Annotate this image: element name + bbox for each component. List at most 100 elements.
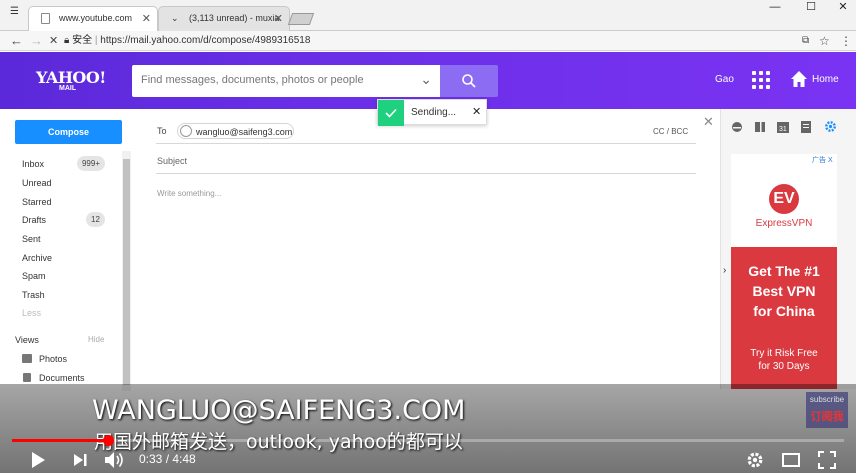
new-tab-button[interactable]	[287, 13, 315, 25]
ad-choice-badge[interactable]: 广告 X	[812, 155, 833, 165]
ad-banner[interactable]: Get The #1 Best VPN for China Try it Ris…	[731, 247, 837, 389]
compose-button[interactable]: Compose	[15, 120, 122, 144]
video-settings-gear-icon[interactable]	[746, 451, 764, 469]
view-photos[interactable]: Photos	[39, 354, 67, 364]
address-bar: ← → ✕ 🔒︎ 安全 | https://mail.yahoo.com/d/c…	[0, 31, 856, 51]
tab-title: (3,113 unread) - muxia	[189, 13, 280, 23]
document-icon	[23, 373, 31, 382]
expressvpn-logo: EV	[769, 184, 799, 214]
recipient-chip[interactable]: wangluo@saifeng3.com	[177, 123, 294, 139]
minimize-button[interactable]: —	[758, 0, 792, 20]
video-progress-fill	[12, 439, 108, 442]
url-text: https://mail.yahoo.com/d/compose/4989316…	[100, 35, 311, 46]
apps-grid-icon[interactable]	[752, 71, 770, 89]
to-label: To	[157, 126, 167, 136]
fullscreen-icon[interactable]	[818, 451, 836, 469]
yahoo-logo-sub: MAIL	[59, 85, 77, 92]
close-compose-icon[interactable]: ✕	[703, 114, 714, 130]
svg-text:31: 31	[779, 126, 787, 133]
ad-cta[interactable]: Try it Risk Free for 30 Days	[731, 347, 837, 373]
theater-mode-icon[interactable]	[782, 453, 800, 467]
expressvpn-ad[interactable]: 广告 X EV ExpressVPN Get The #1 Best VPN f…	[731, 154, 837, 389]
home-link[interactable]: Home	[812, 74, 839, 85]
contacts-icon[interactable]	[731, 120, 743, 132]
browser-tab-strip: ☰ www.youtube.com ✕ ⌄ (3,113 unread) - m…	[0, 0, 856, 31]
page-icon	[41, 13, 50, 24]
scrollbar-thumb[interactable]	[123, 159, 130, 385]
avatar-icon	[180, 125, 192, 137]
search-placeholder: Find messages, documents, photos or peop…	[141, 74, 364, 86]
search-input[interactable]: Find messages, documents, photos or peop…	[132, 65, 440, 97]
folder-unread[interactable]: Unread	[22, 178, 52, 188]
divider	[156, 143, 696, 144]
notes-icon[interactable]	[800, 120, 812, 133]
view-documents[interactable]: Documents	[39, 373, 85, 383]
views-heading: Views	[15, 335, 39, 345]
user-name[interactable]: Gao	[715, 74, 734, 85]
ad-headline-line: Get The #1	[748, 263, 820, 279]
lock-icon: 🔒︎	[64, 35, 70, 46]
photo-icon	[22, 354, 32, 363]
secure-label: 安全	[72, 35, 93, 46]
url-field[interactable]: 🔒︎ 安全 | https://mail.yahoo.com/d/compose…	[64, 33, 794, 49]
ad-cta-line: for 30 Days	[758, 361, 810, 372]
message-body-field[interactable]: Write something...	[157, 189, 221, 198]
tab-title: www.youtube.com	[59, 13, 133, 23]
folder-spam[interactable]: Spam	[22, 271, 46, 281]
back-button[interactable]: ←	[10, 33, 23, 49]
maximize-button[interactable]: ☐	[794, 0, 828, 20]
search-icon	[462, 74, 476, 88]
settings-gear-icon[interactable]	[824, 120, 836, 132]
folder-drafts[interactable]: Drafts	[22, 215, 46, 225]
folder-inbox[interactable]: Inbox	[22, 159, 44, 169]
chevron-right-icon[interactable]: ›	[723, 265, 726, 276]
browser-menu-dots-icon[interactable]: ⋮	[840, 33, 852, 49]
forward-button[interactable]: →	[30, 33, 43, 49]
subscribe-label: subscribe	[809, 395, 845, 404]
loading-icon: ⌄	[171, 13, 179, 23]
drafts-count-badge: 12	[86, 212, 105, 227]
video-scrubber-handle[interactable]	[102, 435, 114, 446]
notepad-icon[interactable]	[754, 120, 766, 132]
folder-sent[interactable]: Sent	[22, 234, 41, 244]
home-icon[interactable]	[790, 70, 808, 88]
less-link[interactable]: Less	[22, 308, 41, 318]
calendar-icon[interactable]: 31	[777, 120, 789, 133]
close-toast-icon[interactable]: ✕	[472, 105, 481, 118]
video-caption-email: WANGLUO@SAIFENG3.COM	[92, 395, 466, 426]
folder-trash[interactable]: Trash	[22, 290, 45, 300]
play-icon[interactable]	[32, 452, 45, 468]
chevron-down-icon[interactable]: ⌄	[420, 71, 432, 88]
close-window-button[interactable]: ✕	[826, 0, 856, 20]
cc-bcc-link[interactable]: CC / BCC	[653, 127, 688, 136]
ad-brand: ExpressVPN	[755, 218, 813, 229]
close-tab-icon[interactable]: ✕	[142, 12, 151, 25]
volume-icon[interactable]	[103, 450, 125, 470]
compose-pane: To wangluo@saifeng3.com CC / BCC ✕ Subje…	[137, 109, 720, 389]
check-icon	[378, 100, 404, 126]
video-time: 0:33 / 4:48	[139, 452, 196, 466]
translate-icon[interactable]: ⧉	[802, 33, 809, 49]
ad-cta-line: Try it Risk Free	[750, 348, 818, 359]
subscribe-label-cn: 订阅我	[810, 411, 844, 423]
toast-message: Sending...	[411, 107, 457, 118]
video-progress-bar[interactable]	[12, 435, 844, 446]
browser-tab-yahoo-mail[interactable]: ⌄ (3,113 unread) - muxia ✕	[158, 6, 290, 31]
search-button[interactable]	[440, 65, 498, 97]
close-tab-icon[interactable]: ✕	[274, 12, 283, 25]
folder-archive[interactable]: Archive	[22, 253, 52, 263]
subscribe-watermark[interactable]: subscribe 订阅我	[806, 392, 848, 428]
subject-field[interactable]: Subject	[157, 156, 187, 166]
folder-starred[interactable]: Starred	[22, 197, 52, 207]
ad-headline: Get The #1 Best VPN for China	[731, 261, 837, 321]
views-hide-link[interactable]: Hide	[88, 335, 104, 344]
recipient-address: wangluo@saifeng3.com	[196, 127, 293, 137]
bookmark-star-icon[interactable]: ☆	[819, 33, 830, 49]
stop-button[interactable]: ✕	[49, 33, 58, 49]
browser-tab-youtube[interactable]: www.youtube.com ✕	[28, 6, 158, 31]
browser-menu-icon[interactable]: ☰	[10, 6, 19, 17]
folder-sidebar: Compose Inbox 999+ Unread Starred Drafts…	[0, 109, 131, 391]
sending-toast: Sending... ✕	[377, 99, 487, 126]
sidebar-scrollbar[interactable]	[122, 151, 131, 391]
next-video-icon[interactable]	[72, 452, 88, 468]
